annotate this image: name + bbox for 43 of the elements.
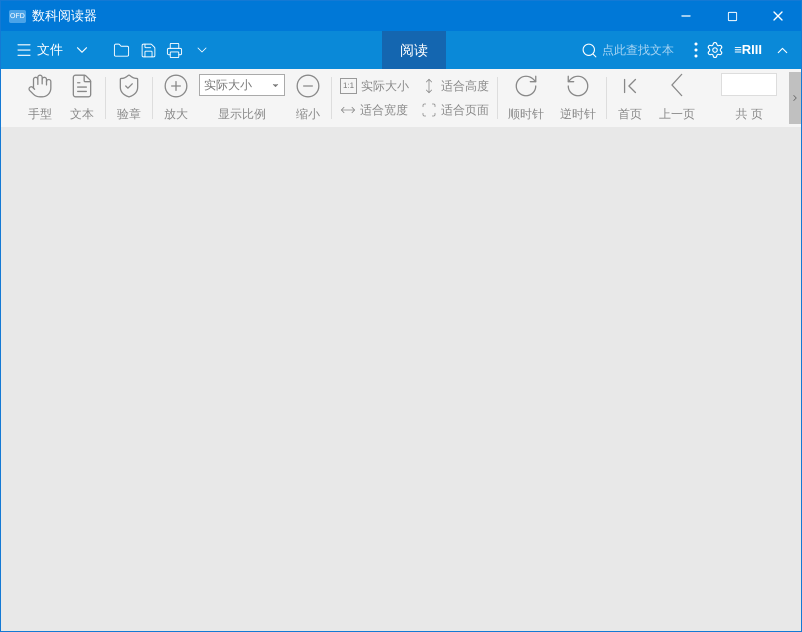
save-icon	[140, 42, 157, 58]
more-options-button[interactable]	[694, 42, 698, 58]
file-menu-button[interactable]: 文件	[15, 40, 91, 60]
save-button[interactable]	[140, 42, 157, 58]
search-field[interactable]: 点此查找文本	[581, 41, 690, 59]
settings-button[interactable]	[706, 41, 724, 59]
toolbar-button[interactable]: 缩小	[287, 73, 329, 123]
zoom-out-icon	[295, 73, 321, 99]
hand-icon	[27, 73, 53, 99]
toolbar-button[interactable]: 顺时针	[500, 73, 552, 123]
actual-size-icon: 1:1	[340, 78, 358, 94]
folder-icon	[113, 42, 130, 58]
toolbar-button[interactable]: 验章	[108, 73, 150, 123]
toolbar-button[interactable]: 逆时针	[552, 73, 604, 123]
ribbon-tab[interactable]: 阅读	[382, 31, 446, 69]
toolbar-button[interactable]: 手型	[19, 73, 61, 123]
toolbar-button[interactable]: 1:1 实际大小	[340, 75, 410, 97]
printer-icon	[166, 42, 183, 58]
page-number-field[interactable]	[721, 73, 778, 96]
open-button[interactable]	[113, 42, 130, 58]
menu-icon	[15, 41, 33, 59]
toolbar-button[interactable]: 文本	[61, 73, 103, 123]
toolbar-button[interactable]: 放大	[155, 73, 197, 123]
toolbar-button[interactable]: 适合页面	[421, 99, 490, 121]
maximize-icon	[726, 10, 738, 22]
toolbar-button[interactable]: 上一页	[651, 73, 704, 123]
toolbar-button[interactable]: 适合高度	[421, 75, 490, 97]
rotate-counterclockwise-icon	[565, 73, 592, 99]
zoom-dropdown[interactable]: 实际大小	[199, 74, 285, 96]
previous-page-icon	[671, 73, 684, 97]
toolbar-button[interactable]: 适合宽度	[340, 99, 410, 121]
rotate-clockwise-icon	[513, 73, 540, 99]
print-button[interactable]	[166, 42, 183, 58]
search-icon	[581, 42, 598, 58]
zoom-in-icon	[163, 73, 189, 99]
toolbar-button[interactable]: 首页	[609, 73, 652, 123]
settings-icon	[706, 41, 724, 59]
window-title: 数科阅读器	[32, 7, 97, 26]
page-count: 共 页	[735, 106, 763, 123]
brand-logo: ≡RIII	[734, 41, 762, 60]
vertical-ellipsis-icon	[694, 42, 698, 58]
fit-page-icon	[421, 102, 438, 118]
zoom-label: 显示比例	[218, 106, 266, 123]
